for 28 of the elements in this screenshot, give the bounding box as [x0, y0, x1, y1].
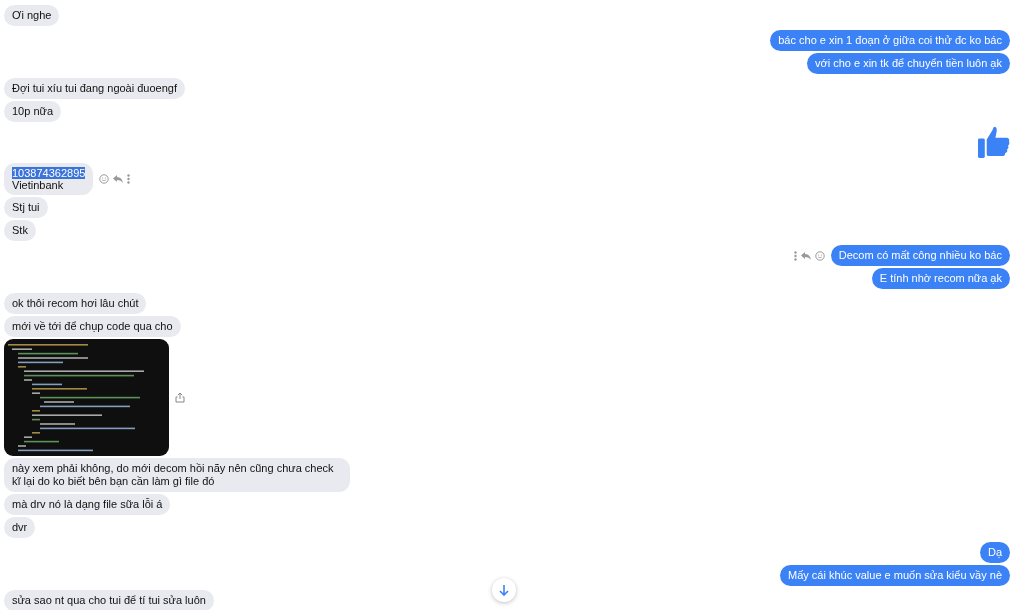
- message-bubble: mới về tới để chụp code qua cho: [4, 316, 181, 337]
- message-bubble: 10p nữa: [4, 101, 61, 122]
- reply-icon[interactable]: [113, 175, 124, 183]
- scroll-down-button[interactable]: [492, 578, 516, 602]
- message-bubble: dvr: [4, 517, 36, 538]
- emoji-icon[interactable]: [99, 174, 110, 184]
- more-icon[interactable]: [127, 174, 131, 184]
- message-bubble: sửa sao nt qua cho tui để tí tui sửa luôn: [4, 590, 214, 610]
- arrow-down-icon: [499, 584, 509, 596]
- message-bubble: mà drv nó là dạng file sữa lỗi á: [4, 494, 171, 515]
- emoji-icon[interactable]: [814, 250, 825, 261]
- message-bubble: 103874362895 Vietinbank: [4, 163, 94, 195]
- message-bubble: này xem phải không, do mới decom hồi nãy nên cũng chưa check kĩ lại do ko biết bên bạn cần làm gì file đó: [4, 458, 350, 492]
- thumbs-up-icon[interactable]: [978, 126, 1010, 159]
- share-icon[interactable]: [175, 392, 185, 403]
- message-bubble: Mấy cái khúc value e muốn sửa kiểu vầy nè: [779, 565, 1010, 586]
- message-bubble: bác cho e xin 1 đoạn ở giữa coi thử đc ko bác: [770, 30, 1010, 51]
- message-bubble: Stj tui: [4, 197, 48, 218]
- message-bubble: Stk: [4, 220, 36, 241]
- message-bubble: ok thôi recom hơi lâu chút: [4, 293, 147, 314]
- message-bubble: Decom có mất công nhiều ko bác: [830, 245, 1010, 266]
- reply-icon[interactable]: [800, 251, 811, 260]
- message-bubble: Đợi tui xíu tui đang ngoài đuoengf: [4, 78, 185, 99]
- message-bubble: Ơi nghe: [4, 5, 60, 26]
- message-bubble: Dạ: [979, 542, 1010, 563]
- message-bubble: với cho e xin tk để chuyển tiền luôn ạk: [807, 53, 1010, 74]
- more-icon[interactable]: [793, 250, 797, 261]
- message-bubble: E tính nhờ recom nữa ạk: [871, 268, 1010, 289]
